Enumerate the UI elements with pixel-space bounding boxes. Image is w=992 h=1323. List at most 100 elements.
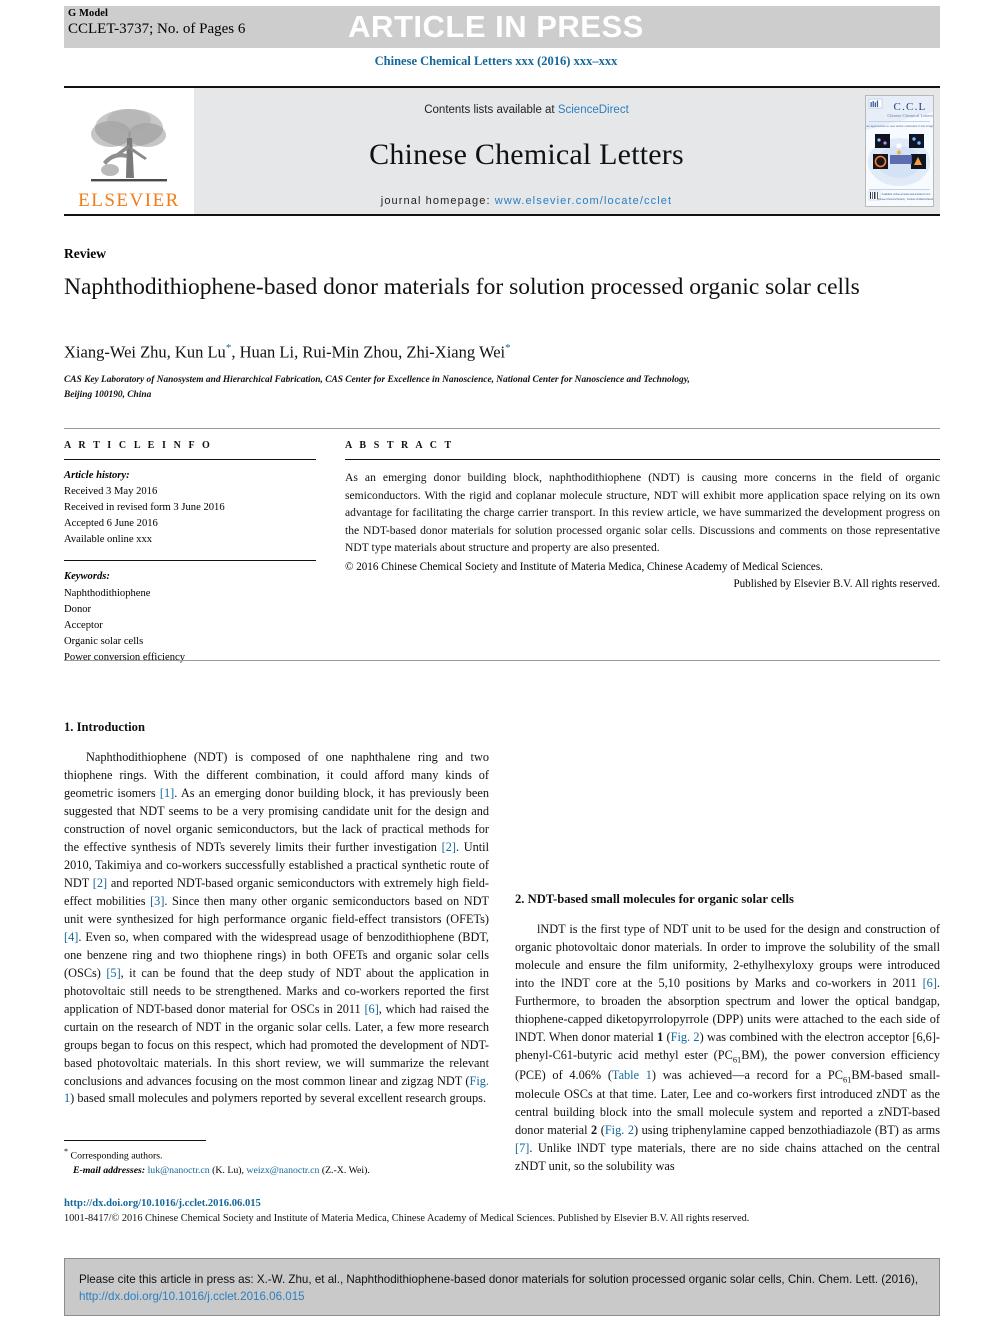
citation-ref-7[interactable]: [7] bbox=[515, 1141, 529, 1155]
running-head: Chinese Chemical Letters xxx (2016) xxx–… bbox=[374, 54, 618, 68]
keyword-item: Donor bbox=[64, 603, 92, 615]
contents-available-line: Contents lists available at ScienceDirec… bbox=[194, 88, 859, 116]
keyword-item: Power conversion efficiency bbox=[64, 651, 186, 663]
article-history-block: Article history: Received 3 May 2016 Rec… bbox=[64, 468, 316, 548]
citation-ref-2b[interactable]: [2] bbox=[93, 876, 107, 890]
keyword-item: Acceptor bbox=[64, 619, 103, 631]
article-id-label: CCLET-3737; No. of Pages 6 bbox=[68, 20, 246, 37]
journal-title: Chinese Chemical Letters bbox=[369, 138, 684, 171]
g-model-block: G Model CCLET-3737; No. of Pages 6 bbox=[68, 8, 245, 38]
section-2-paragraph: lNDT is the first type of NDT unit to be… bbox=[515, 921, 940, 1176]
asterisk-icon: * bbox=[64, 1147, 69, 1156]
info-band-bottom-rule bbox=[64, 660, 940, 661]
footnote-block: * Corresponding authors. E-mail addresse… bbox=[64, 1146, 489, 1179]
history-item: Accepted 6 June 2016 bbox=[64, 518, 158, 530]
email-link-2[interactable]: weizx@nanoctr.cn bbox=[246, 1165, 319, 1176]
issn-copyright-line: 1001-8417/© 2016 Chinese Chemical Societ… bbox=[64, 1213, 750, 1224]
authors-first: Xiang-Wei Zhu, Kun Lu bbox=[64, 342, 226, 362]
email-link-1[interactable]: luk@nanoctr.cn bbox=[148, 1165, 210, 1176]
masthead-right: C.C.L Chinese Chemical Letters Green app… bbox=[859, 88, 940, 214]
cite-this-article-box: Please cite this article in press as: X.… bbox=[64, 1258, 940, 1316]
email-name-2: (Z.-X. Wei). bbox=[321, 1164, 370, 1176]
email-addresses-label: E-mail addresses: bbox=[73, 1164, 146, 1176]
homepage-label: journal homepage: bbox=[380, 195, 495, 207]
affiliation-line-2: Beijing 100190, China bbox=[64, 389, 152, 400]
corresponding-text: Corresponding authors. bbox=[70, 1150, 163, 1162]
citation-ref-6b[interactable]: [6] bbox=[923, 976, 937, 990]
keywords-label: Keywords: bbox=[64, 571, 110, 583]
svg-text:C.C.L: C.C.L bbox=[894, 101, 927, 113]
homepage-url[interactable]: www.elsevier.com/locate/cclet bbox=[495, 195, 672, 207]
article-kind: Review bbox=[64, 246, 106, 261]
body-column-left: 1. Introduction Naphthodithiophene (NDT)… bbox=[64, 718, 489, 1110]
citation-ref-4[interactable]: [4] bbox=[64, 930, 78, 944]
keyword-item: Naphthodithiophene bbox=[64, 587, 151, 599]
abstract-copyright: © 2016 Chinese Chemical Society and Inst… bbox=[345, 559, 940, 592]
p2-part-a: lNDT is the first type of NDT unit to be… bbox=[515, 922, 940, 991]
p2-part-i: ) using triphenylamine capped benzothiad… bbox=[633, 1123, 940, 1138]
cite-text: Please cite this article in press as: X.… bbox=[65, 1259, 939, 1306]
section-2-heading: 2. NDT-based small molecules for organic… bbox=[515, 892, 794, 906]
figure-2-ref-b[interactable]: Fig. 2 bbox=[605, 1123, 634, 1137]
authors-rest: , Huan Li, Rui-Min Zhou, Zhi-Xiang Wei bbox=[231, 342, 506, 362]
sciencedirect-link[interactable]: ScienceDirect bbox=[558, 104, 629, 116]
svg-text:Green approaches to new active: Green approaches to new active molecules… bbox=[866, 124, 933, 128]
figure-2-ref[interactable]: Fig. 2 bbox=[671, 1030, 700, 1044]
copyright-line-1: © 2016 Chinese Chemical Society and Inst… bbox=[345, 561, 823, 574]
abstract-text: As an emerging donor building block, nap… bbox=[345, 471, 940, 555]
abstract-heading: A B S T R A C T bbox=[345, 440, 454, 451]
svg-text:Available online at www.scienc: Available online at www.sciencedirect.co… bbox=[882, 192, 931, 196]
article-info-heading: A R T I C L E I N F O bbox=[64, 440, 213, 451]
subscript-61: 61 bbox=[732, 1055, 742, 1065]
citation-ref-3[interactable]: [3] bbox=[150, 894, 164, 908]
p2-part-h: ( bbox=[597, 1123, 605, 1138]
masthead-center: Contents lists available at ScienceDirec… bbox=[194, 88, 859, 214]
journal-homepage-line: journal homepage: www.elsevier.com/locat… bbox=[194, 195, 859, 207]
copyright-line-2: Published by Elsevier B.V. All rights re… bbox=[733, 577, 940, 590]
doi-link[interactable]: http://dx.doi.org/10.1016/j.cclet.2016.0… bbox=[64, 1198, 261, 1209]
publisher-logo: ELSEVIER bbox=[64, 88, 194, 214]
keyword-item: Organic solar cells bbox=[64, 635, 144, 647]
elsevier-tree-icon bbox=[91, 109, 167, 182]
cover-art-icon: C.C.L Chinese Chemical Letters Green app… bbox=[866, 96, 933, 206]
page-title: Naphthodithiophene-based donor materials… bbox=[64, 274, 860, 300]
masthead: ELSEVIER Contents lists available at Sci… bbox=[64, 88, 940, 214]
svg-text:Chinese Chemical Letters: Chinese Chemical Letters bbox=[887, 113, 933, 118]
cite-sentence: Please cite this article in press as: X.… bbox=[79, 1273, 919, 1286]
info-band-top-rule bbox=[64, 428, 940, 429]
abstract-column: A B S T R A C T As an emerging donor bui… bbox=[345, 440, 940, 592]
article-info-rule bbox=[64, 459, 316, 460]
affiliation: CAS Key Laboratory of Nanosystem and Hie… bbox=[64, 373, 924, 402]
section-1-heading: 1. Introduction bbox=[64, 720, 145, 734]
corresponding-authors-note: * Corresponding authors. bbox=[64, 1146, 489, 1164]
keywords-separator bbox=[64, 560, 316, 562]
section-1-paragraph: Naphthodithiophene (NDT) is composed of … bbox=[64, 749, 489, 1108]
p2-part-f: ) was achieved—a record for a PC bbox=[651, 1067, 843, 1082]
article-history-label: Article history: bbox=[64, 470, 130, 481]
g-model-label: G Model bbox=[68, 8, 109, 19]
citation-ref-2[interactable]: [2] bbox=[442, 840, 456, 854]
svg-text:Chinese Chemical Society · Ins: Chinese Chemical Society · Institute of … bbox=[877, 198, 933, 201]
table-1-ref[interactable]: Table 1 bbox=[612, 1068, 652, 1082]
history-item: Available online xxx bbox=[64, 534, 153, 546]
history-item: Received 3 May 2016 bbox=[64, 486, 158, 498]
article-info-column: A R T I C L E I N F O Article history: R… bbox=[64, 440, 316, 666]
affiliation-line-1: CAS Key Laboratory of Nanosystem and Hie… bbox=[64, 375, 690, 385]
journal-cover-thumbnail: C.C.L Chinese Chemical Letters Green app… bbox=[865, 95, 934, 207]
history-item: Received in revised form 3 June 2016 bbox=[64, 502, 225, 514]
elsevier-wordmark: ELSEVIER bbox=[78, 190, 180, 211]
p2-part-j: . Unlike lNDT type materials, there are … bbox=[515, 1141, 940, 1174]
corresponding-marker-2: * bbox=[505, 342, 511, 354]
citation-ref-6[interactable]: [6] bbox=[364, 1002, 378, 1016]
p2-part-c: ( bbox=[663, 1030, 671, 1045]
contents-prefix: Contents lists available at bbox=[424, 104, 558, 116]
footnote-rule bbox=[64, 1140, 206, 1141]
citation-ref-1[interactable]: [1] bbox=[160, 786, 174, 800]
email-name-1: (K. Lu), bbox=[212, 1164, 244, 1176]
cite-doi-link[interactable]: http://dx.doi.org/10.1016/j.cclet.2016.0… bbox=[79, 1290, 305, 1303]
author-list: Xiang-Wei Zhu, Kun Lu *, Huan Li, Rui-Min… bbox=[64, 342, 914, 363]
paper-page: G Model CCLET-3737; No. of Pages 6 ARTIC… bbox=[0, 0, 992, 1323]
citation-ref-5[interactable]: [5] bbox=[106, 966, 120, 980]
keywords-block: Keywords: Naphthodithiophene Donor Accep… bbox=[64, 569, 316, 666]
abstract-rule bbox=[345, 459, 940, 460]
